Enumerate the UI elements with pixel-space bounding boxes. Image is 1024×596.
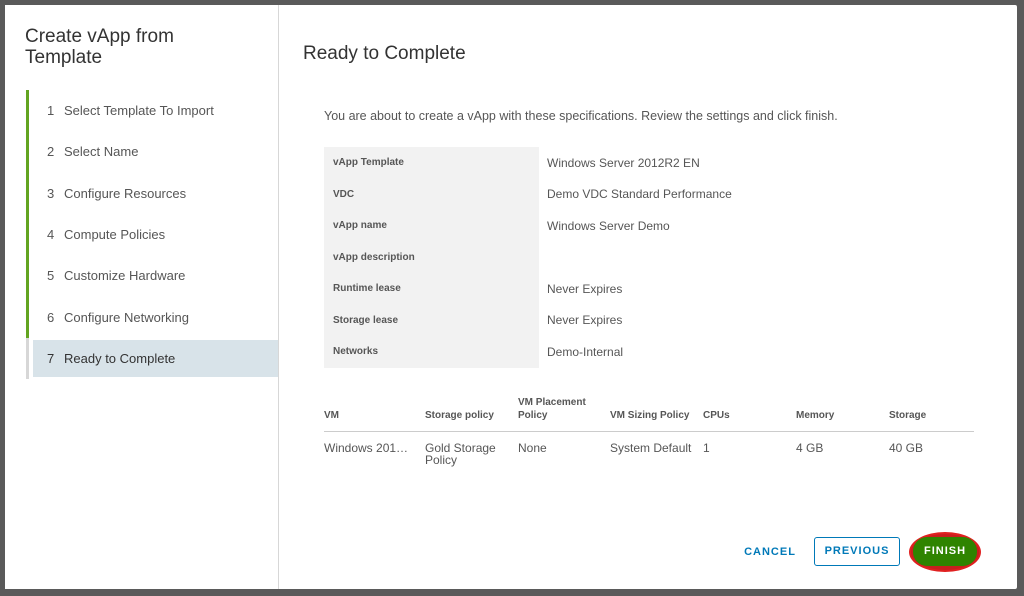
cell-vm-placement-policy: None	[518, 441, 547, 455]
create-vapp-dialog: Create vApp from Template 1 Select Templ…	[5, 5, 1017, 589]
cell-storage-policy: Gold Storage Policy	[425, 441, 496, 467]
step-number: 7	[47, 350, 55, 366]
wizard-title: Create vApp from Template	[25, 26, 174, 68]
spec-value: Demo-Internal	[547, 344, 624, 359]
step-select-name[interactable]: 2 Select Name	[26, 131, 278, 173]
col-vm-placement-policy: VM Placement Policy	[518, 397, 610, 432]
step-number: 4	[47, 227, 55, 243]
spec-value: Never Expires	[547, 281, 623, 296]
vm-table: VM Storage policy VM Placement Policy VM…	[324, 397, 974, 466]
step-label: Configure Networking	[64, 309, 190, 325]
step-number: 2	[47, 144, 55, 160]
spec-row-runtime-lease: Runtime lease Never Expires	[324, 273, 749, 305]
cell-vm-sizing-policy: System Default	[610, 441, 692, 455]
step-label: Select Name	[64, 144, 139, 160]
vm-table-header: VM Storage policy VM Placement Policy VM…	[324, 397, 974, 432]
spec-key: vApp description	[324, 241, 539, 273]
step-number: 6	[47, 309, 55, 325]
spec-key: vApp name	[324, 210, 539, 242]
spec-row-vapp-description: vApp description	[324, 241, 749, 273]
spec-key: Networks	[324, 336, 539, 368]
step-label: Ready to Complete	[64, 350, 176, 366]
wizard-steps: 1 Select Template To Import 2 Select Nam…	[26, 90, 278, 380]
wizard-sidebar: Create vApp from Template 1 Select Templ…	[5, 5, 279, 589]
spec-row-vdc: VDC Demo VDC Standard Performance	[324, 178, 749, 210]
spec-row-vapp-template: vApp Template Windows Server 2012R2 EN	[324, 147, 749, 179]
cell-storage: 40 GB	[889, 441, 924, 455]
wizard-content: Ready to Complete You are about to creat…	[279, 5, 1017, 589]
col-vm-sizing-policy: VM Sizing Policy	[610, 397, 703, 432]
spec-summary: vApp Template Windows Server 2012R2 EN V…	[324, 147, 749, 368]
col-storage: Storage	[889, 397, 974, 432]
spec-value: Windows Server 2012R2 EN	[547, 155, 700, 170]
cell-cpus: 1	[703, 441, 710, 455]
spec-row-networks: Networks Demo-Internal	[324, 336, 749, 368]
spec-key: Storage lease	[324, 304, 539, 336]
spec-value: Never Expires	[547, 313, 623, 328]
step-label: Select Template To Import	[64, 103, 214, 119]
spec-value: Windows Server Demo	[547, 218, 670, 233]
col-cpus: CPUs	[703, 397, 796, 432]
spec-key: VDC	[324, 178, 539, 210]
col-storage-policy: Storage policy	[425, 397, 518, 432]
step-number: 5	[47, 268, 55, 284]
cell-memory: 4 GB	[796, 441, 824, 455]
page-title: Ready to Complete	[303, 42, 466, 64]
finish-button[interactable]: FINISH	[913, 537, 977, 566]
spec-key: vApp Template	[324, 147, 539, 179]
step-number: 1	[47, 103, 55, 119]
step-label: Compute Policies	[64, 227, 166, 243]
step-compute-policies[interactable]: 4 Compute Policies	[26, 213, 278, 256]
spec-row-vapp-name: vApp name Windows Server Demo	[324, 210, 749, 242]
intro-text: You are about to create a vApp with thes…	[324, 109, 838, 123]
step-number: 3	[47, 185, 55, 201]
step-ready-to-complete[interactable]: 7 Ready to Complete	[26, 337, 278, 380]
spec-row-storage-lease: Storage lease Never Expires	[324, 304, 749, 336]
spec-key: Runtime lease	[324, 273, 539, 305]
col-memory: Memory	[796, 397, 889, 432]
cancel-button[interactable]: CANCEL	[735, 542, 805, 562]
table-row: Windows 201… Gold Storage Policy None Sy…	[324, 432, 974, 467]
step-select-template[interactable]: 1 Select Template To Import	[26, 90, 278, 132]
col-vm: VM	[324, 397, 425, 432]
step-configure-resources[interactable]: 3 Configure Resources	[26, 172, 278, 214]
step-configure-networking[interactable]: 6 Configure Networking	[26, 296, 278, 338]
step-customize-hardware[interactable]: 5 Customize Hardware	[26, 255, 278, 297]
spec-value: Demo VDC Standard Performance	[547, 187, 732, 202]
step-label: Customize Hardware	[64, 268, 186, 284]
step-label: Configure Resources	[64, 185, 187, 201]
cell-vm: Windows 201…	[324, 441, 409, 455]
previous-button[interactable]: PREVIOUS	[814, 537, 900, 566]
